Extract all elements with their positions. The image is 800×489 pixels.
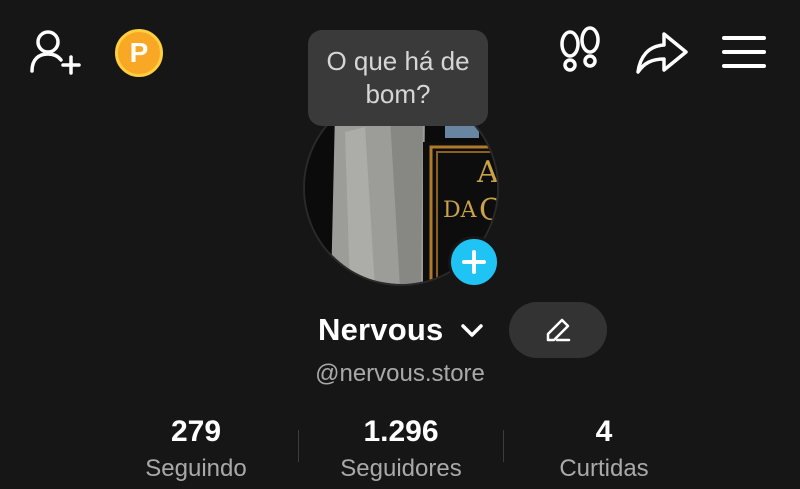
plus-icon (462, 250, 486, 274)
stat-following[interactable]: 279 Seguindo (120, 410, 272, 484)
tooltip-text: O que há de bom? (326, 46, 470, 109)
svg-text:A: A (476, 155, 499, 190)
edit-profile-button[interactable] (509, 302, 607, 358)
share-icon (636, 32, 688, 74)
stat-likes[interactable]: 4 Curtidas (530, 410, 678, 484)
stat-value: 1.296 (363, 415, 439, 448)
pencil-icon (546, 318, 571, 342)
chevron-down-icon[interactable] (458, 320, 486, 342)
stat-divider (298, 430, 299, 462)
stat-value: 4 (595, 415, 613, 448)
status-tooltip[interactable]: O que há de bom? (308, 30, 488, 126)
share-button[interactable] (634, 28, 690, 76)
stat-divider (503, 430, 504, 462)
stat-label: Curtidas (559, 455, 649, 482)
name-row: Nervous (0, 300, 800, 360)
menu-button[interactable] (718, 30, 770, 74)
profile-stats: 279 Seguindo 1.296 Seguidores 4 Curtidas (0, 410, 800, 489)
coin-letter: P (129, 37, 149, 68)
svg-text:C: C (479, 193, 499, 228)
svg-text:DA: DA (443, 198, 478, 223)
stat-label: Seguindo (145, 455, 247, 482)
stat-followers[interactable]: 1.296 Seguidores (318, 410, 484, 484)
display-name[interactable]: Nervous (318, 312, 443, 348)
footprints-icon (560, 26, 600, 72)
coin-icon: P (115, 29, 163, 77)
user-handle: @nervous.store (315, 360, 485, 387)
coin-button[interactable]: P (113, 27, 165, 79)
profile-views-button[interactable] (555, 26, 605, 76)
add-story-button[interactable] (448, 236, 500, 288)
stat-label: Seguidores (340, 455, 462, 482)
hamburger-menu-icon (722, 36, 766, 68)
add-friend-button[interactable] (28, 28, 84, 76)
person-add-icon (30, 30, 81, 75)
stat-value: 279 (170, 415, 222, 448)
